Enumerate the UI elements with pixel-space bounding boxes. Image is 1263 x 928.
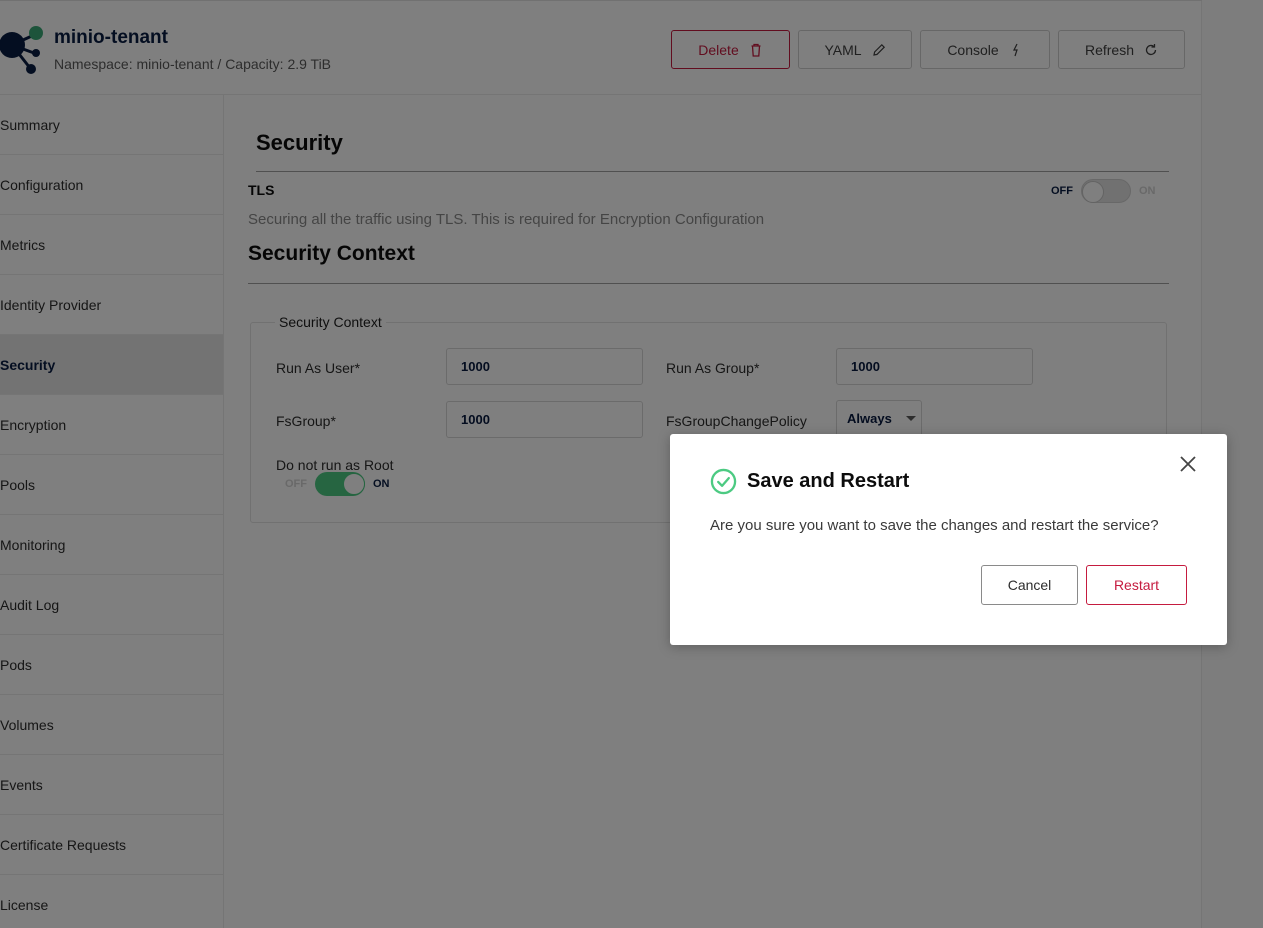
close-icon[interactable] — [1178, 454, 1198, 474]
dialog-title: Save and Restart — [710, 468, 909, 495]
cancel-button[interactable]: Cancel — [981, 565, 1078, 605]
check-circle-icon — [710, 468, 737, 495]
dialog-message: Are you sure you want to save the change… — [710, 517, 1159, 534]
save-restart-dialog: Save and Restart Are you sure you want t… — [670, 434, 1227, 645]
restart-button[interactable]: Restart — [1086, 565, 1187, 605]
dialog-title-text: Save and Restart — [747, 470, 910, 492]
